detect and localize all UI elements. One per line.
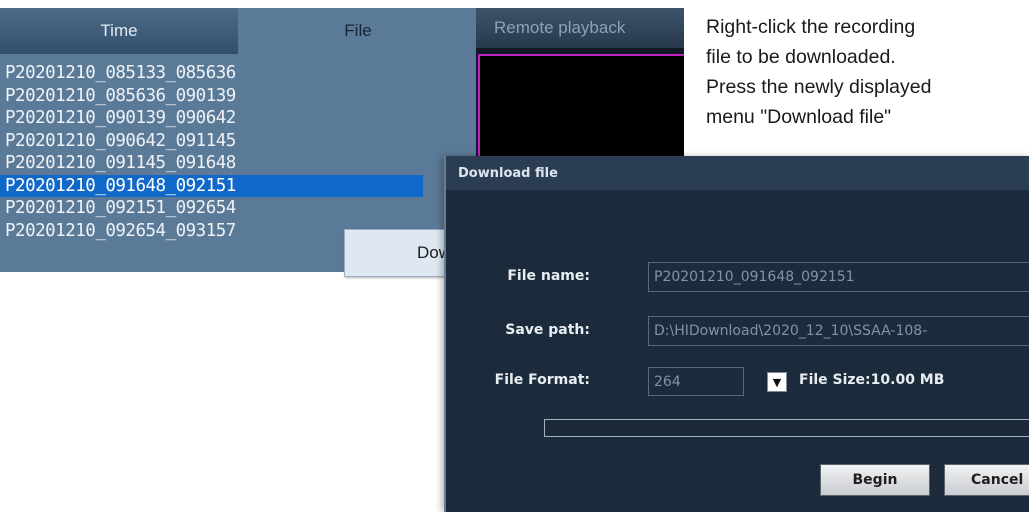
file-name-label: File name: (507, 268, 590, 284)
file-list-item[interactable]: P20201210_091145_091648 (0, 152, 476, 175)
file-list-item[interactable]: P20201210_090642_091145 (0, 130, 476, 153)
video-preview-area (478, 54, 684, 168)
download-file-dialog: Download file File name: P20201210_09164… (444, 156, 1029, 512)
file-list-item[interactable]: P20201210_092151_092654 (0, 197, 476, 220)
file-size-text: File Size:10.00 MB (799, 372, 945, 388)
instruction-line: Press the newly displayed (706, 76, 932, 98)
save-path-field[interactable]: D:\HIDownload\2020_12_10\SSAA-108- (648, 316, 1029, 346)
tab-file[interactable]: File (240, 8, 476, 54)
instruction-line: file to be downloaded. (706, 46, 896, 68)
instruction-line: Right-click the recording (706, 16, 916, 38)
remote-playback-panel: Remote playback (476, 8, 684, 168)
tab-time[interactable]: Time (0, 8, 238, 54)
download-progress-bar (544, 419, 1029, 437)
file-panel: Time File P20201210_085133_085636 P20201… (0, 8, 476, 277)
save-path-label: Save path: (505, 322, 590, 338)
begin-button[interactable]: Begin (820, 464, 930, 496)
file-format-select[interactable]: 264 (648, 367, 744, 396)
instruction-line: menu "Download file" (706, 106, 892, 128)
tab-remote-playback[interactable]: Remote playback (476, 8, 684, 48)
chevron-down-icon[interactable]: ▼ (767, 372, 787, 392)
dialog-title: Download file (446, 156, 1029, 190)
file-format-label: File Format: (494, 372, 590, 388)
cancel-button[interactable]: Cancel (944, 464, 1029, 496)
file-list-item[interactable]: P20201210_090139_090642 (0, 107, 476, 130)
recording-file-list: P20201210_085133_085636 P20201210_085636… (0, 62, 476, 242)
file-list-item[interactable]: P20201210_085133_085636 (0, 62, 476, 85)
file-name-field[interactable]: P20201210_091648_092151 (648, 262, 1029, 292)
file-list-item[interactable]: P20201210_085636_090139 (0, 85, 476, 108)
instruction-text: Right-click the recording file to be dow… (706, 12, 1029, 132)
file-list-item-selected[interactable]: P20201210_091648_092151 (0, 174, 423, 197)
